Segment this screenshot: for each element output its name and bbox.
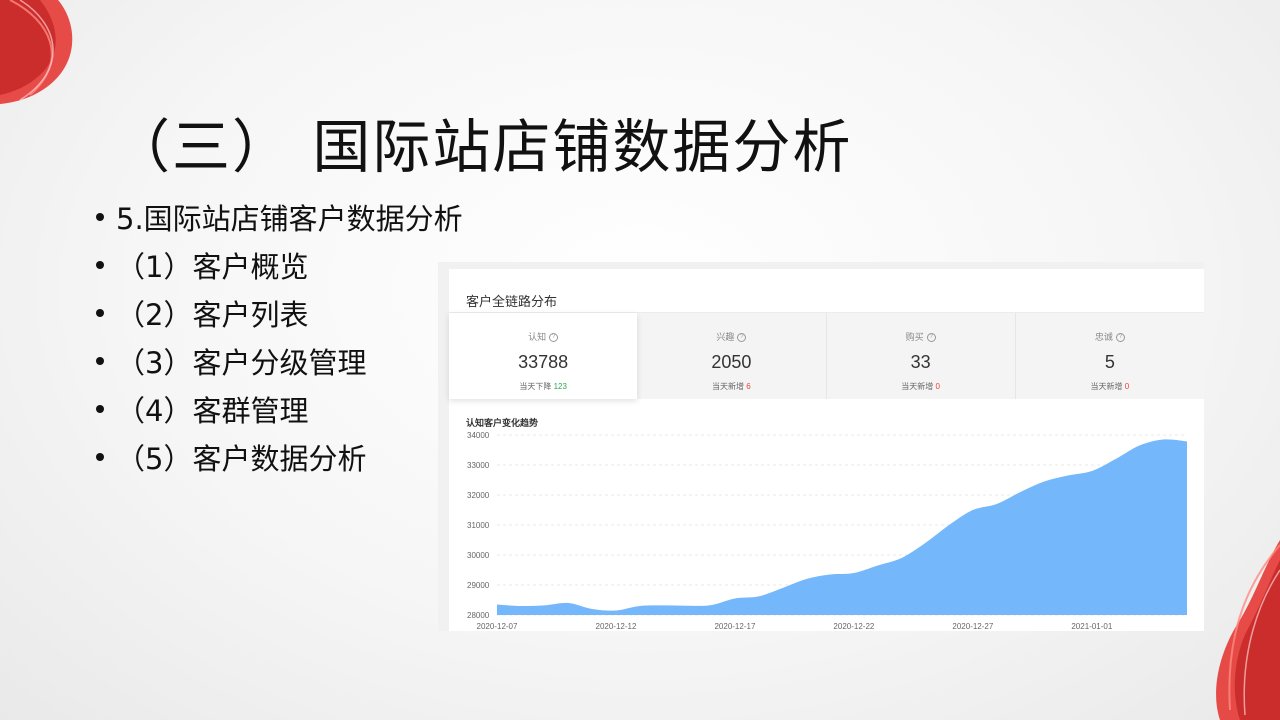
- bullet-dot: [96, 453, 104, 461]
- metric-sub-label: 当天下降: [519, 382, 552, 391]
- metric-tab-purchase[interactable]: 购买? 33 当天新增 0: [826, 313, 1016, 399]
- bullet-item: （4）客群管理: [96, 385, 463, 433]
- y-tick-label: 31000: [467, 521, 490, 530]
- x-tick-label: 2020-12-22: [833, 622, 874, 631]
- panel-header: 客户全链路分布: [466, 294, 558, 309]
- metric-value: 2050: [711, 352, 752, 372]
- bullet-dot: [96, 213, 104, 221]
- bullet-item: （1）客户概览: [96, 241, 463, 289]
- y-tick-label: 28000: [467, 611, 490, 620]
- area-series-awareness: [497, 439, 1187, 615]
- metric-tab-awareness[interactable]: 认知? 33788 当天下降 123: [449, 313, 638, 399]
- bullet-list: 5.国际站店铺客户数据分析 （1）客户概览 （2）客户列表 （3）客户分级管理 …: [96, 193, 463, 481]
- bullet-item: （5）客户数据分析: [96, 433, 463, 481]
- red-ribbon-decoration: [1216, 540, 1280, 720]
- x-tick-label: 2020-12-27: [952, 622, 993, 631]
- bullet-item: （2）客户列表: [96, 289, 463, 337]
- metric-label: 认知: [528, 332, 547, 342]
- slide-title: （三） 国际站店铺数据分析: [112, 113, 853, 181]
- y-tick-label: 33000: [467, 461, 490, 470]
- bullet-dot: [96, 309, 104, 317]
- bullet-text: 5.国际站店铺客户数据分析: [116, 202, 463, 236]
- metric-change-value: 123: [553, 382, 567, 391]
- metric-value: 33: [910, 352, 931, 372]
- metric-label: 忠诚: [1094, 332, 1113, 342]
- y-tick-label: 30000: [467, 551, 490, 560]
- metric-label: 购买: [905, 332, 924, 342]
- help-icon[interactable]: ?: [1115, 333, 1125, 343]
- metric-sub-label: 当天新增: [712, 382, 745, 391]
- customer-funnel-screenshot: 客户全链路分布 认知? 33788 当天下降 123 兴趣? 2050 当天新增…: [438, 262, 1204, 631]
- metric-value: 5: [1104, 352, 1115, 372]
- x-tick-label: 2021-01-01: [1071, 622, 1112, 631]
- x-tick-label: 2020-12-07: [477, 622, 518, 631]
- y-tick-label: 29000: [467, 581, 490, 590]
- metric-change-value: 6: [746, 382, 751, 391]
- bullet-item: 5.国际站店铺客户数据分析: [96, 193, 463, 241]
- metric-tab-interest[interactable]: 兴趣? 2050 当天新增 6: [637, 313, 827, 399]
- x-tick-label: 2020-12-12: [596, 622, 637, 631]
- help-icon[interactable]: ?: [737, 333, 747, 343]
- metric-label: 兴趣: [716, 332, 735, 342]
- help-icon[interactable]: ?: [926, 333, 936, 343]
- bullet-text: （2）客户列表: [116, 298, 309, 332]
- metric-tab-loyalty[interactable]: 忠诚? 5 当天新增 0: [1015, 313, 1204, 399]
- customer-funnel-card: 客户全链路分布 认知? 33788 当天下降 123 兴趣? 2050 当天新增…: [449, 269, 1204, 631]
- bullet-text: （1）客户概览: [116, 250, 309, 284]
- bullet-item: （3）客户分级管理: [96, 337, 463, 385]
- awareness-trend-chart: 28000 29000 30000 31000 32000 33000 34000 2020-…: [467, 431, 1187, 631]
- metric-value: 33788: [518, 352, 569, 372]
- help-icon[interactable]: ?: [549, 333, 559, 343]
- bullet-text: （4）客群管理: [116, 394, 309, 428]
- metric-change-value: 0: [1124, 382, 1130, 391]
- bullet-dot: [96, 405, 104, 413]
- metrics-row: 认知? 33788 当天下降 123 兴趣? 2050 当天新增 6 购买? 3…: [449, 313, 1204, 399]
- x-tick-label: 2020-12-17: [714, 622, 755, 631]
- metric-sub-label: 当天新增: [1090, 382, 1123, 391]
- bullet-text: （5）客户数据分析: [116, 442, 367, 476]
- metric-sub-label: 当天新增: [901, 382, 934, 391]
- bullet-dot: [96, 357, 104, 365]
- y-tick-label: 32000: [467, 491, 490, 500]
- red-ribbon-decoration: [0, 0, 73, 104]
- y-tick-label: 34000: [467, 431, 490, 440]
- metric-change-value: 0: [935, 382, 940, 391]
- bullet-dot: [96, 261, 104, 269]
- bullet-text: （3）客户分级管理: [116, 346, 367, 380]
